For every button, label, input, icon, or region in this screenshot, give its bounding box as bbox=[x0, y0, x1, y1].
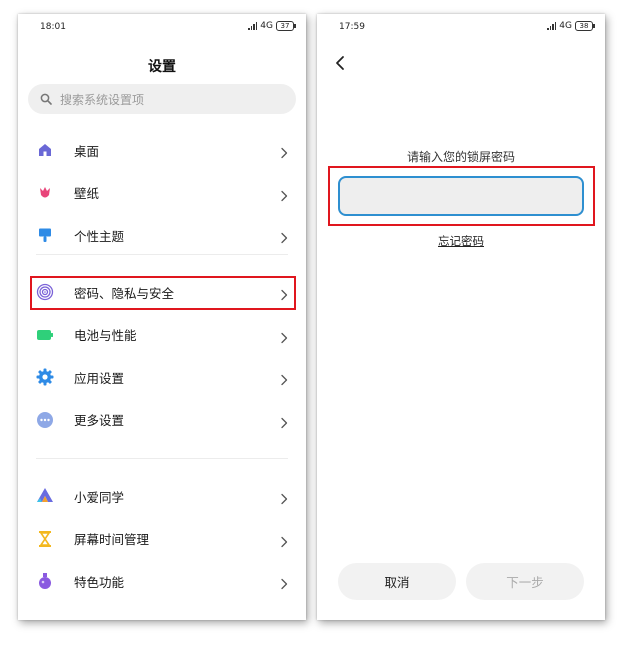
menu-item-label: 更多设置 bbox=[74, 413, 125, 428]
status-time: 18:01 bbox=[40, 22, 66, 32]
menu-item-label: 小爱同学 bbox=[74, 489, 125, 505]
menu-item-battery[interactable]: 电池与性能 bbox=[18, 316, 306, 354]
next-button[interactable]: 下一步 bbox=[466, 563, 584, 600]
search-input[interactable]: 搜索系统设置项 bbox=[28, 84, 296, 114]
highlight-box-password bbox=[328, 166, 595, 226]
page-title: 设置 bbox=[148, 59, 176, 75]
signal-icon bbox=[546, 22, 557, 30]
battery-indicator: 38 bbox=[575, 21, 595, 31]
menu-item-paint-brush[interactable]: 个性主题 bbox=[18, 216, 306, 254]
menu-item-xiaoai[interactable]: 小爱同学 bbox=[18, 477, 306, 515]
signal-icon bbox=[247, 22, 258, 30]
menu-item-hourglass[interactable]: 屏幕时间管理 bbox=[18, 520, 306, 558]
battery-icon bbox=[36, 326, 54, 344]
menu-item-label: 电池与性能 bbox=[74, 328, 137, 343]
chevron-right-icon bbox=[280, 229, 288, 244]
menu-item-label: 壁纸 bbox=[74, 186, 100, 201]
lock-password-screen: 17:59 4G 38 请输入您的锁屏密码 忘记密码 取消 下一步 bbox=[317, 14, 605, 620]
forgot-password-link[interactable]: 忘记密码 bbox=[317, 233, 605, 249]
paint-brush-icon bbox=[36, 226, 54, 244]
search-icon bbox=[40, 93, 52, 105]
menu-item-more-dots[interactable]: 更多设置 bbox=[18, 401, 306, 439]
chevron-right-icon bbox=[280, 187, 288, 201]
network-label: 4G bbox=[260, 21, 273, 31]
menu-item-potion[interactable]: 特色功能 bbox=[18, 562, 306, 600]
menu-item-home[interactable]: 桌面 bbox=[18, 131, 306, 169]
menu-item-gear[interactable]: 应用设置 bbox=[18, 358, 306, 396]
menu-item-label: 应用设置 bbox=[74, 370, 125, 386]
potion-icon bbox=[36, 572, 54, 590]
chevron-right-icon bbox=[280, 329, 288, 343]
network-label: 4G bbox=[559, 21, 572, 31]
hourglass-icon bbox=[36, 530, 54, 548]
xiaoai-icon bbox=[36, 487, 54, 505]
chevron-right-icon bbox=[280, 490, 288, 505]
cancel-button[interactable]: 取消 bbox=[338, 563, 456, 600]
home-icon bbox=[36, 141, 54, 159]
chevron-right-icon bbox=[280, 575, 288, 590]
gear-icon bbox=[36, 368, 54, 386]
highlight-box-privacy bbox=[30, 276, 296, 310]
chevron-right-icon bbox=[280, 371, 288, 386]
battery-indicator: 37 bbox=[276, 21, 296, 31]
divider bbox=[36, 458, 288, 459]
menu-item-tulip[interactable]: 壁纸 bbox=[18, 174, 306, 212]
divider bbox=[36, 254, 288, 255]
password-prompt: 请输入您的锁屏密码 bbox=[406, 150, 515, 164]
settings-screen: 18:01 4G 37 设置 搜索系统设置项 桌面 壁纸 个性主题 密码、隐私与安全电… bbox=[18, 14, 306, 620]
status-time: 17:59 bbox=[339, 22, 365, 32]
status-bar: 18:01 4G 37 bbox=[18, 20, 306, 36]
more-dots-icon bbox=[36, 411, 54, 429]
menu-item-label: 屏幕时间管理 bbox=[74, 532, 150, 547]
chevron-right-icon bbox=[280, 533, 288, 547]
menu-item-label: 桌面 bbox=[74, 143, 100, 159]
chevron-right-icon bbox=[280, 414, 288, 428]
chevron-right-icon bbox=[280, 144, 288, 159]
menu-item-label: 特色功能 bbox=[74, 574, 125, 590]
menu-item-label: 个性主题 bbox=[74, 228, 125, 244]
tulip-icon bbox=[36, 184, 54, 202]
status-bar: 17:59 4G 38 bbox=[317, 20, 605, 36]
back-arrow-icon[interactable] bbox=[333, 54, 347, 72]
search-placeholder: 搜索系统设置项 bbox=[60, 92, 145, 107]
